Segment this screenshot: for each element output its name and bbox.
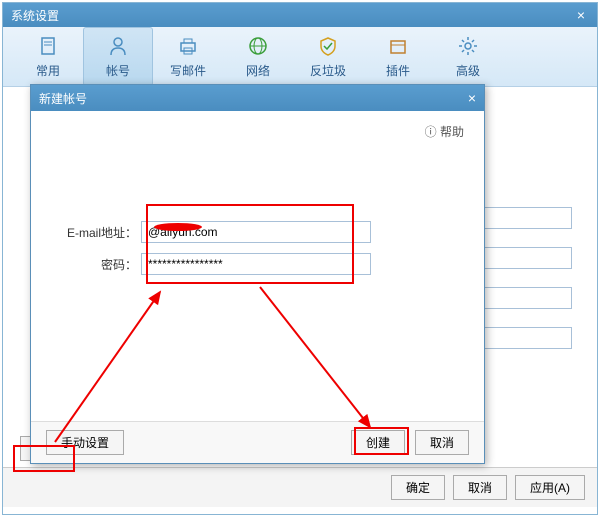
password-field[interactable] bbox=[141, 253, 371, 275]
shield-icon bbox=[316, 34, 340, 58]
globe-icon bbox=[246, 34, 270, 58]
modal-footer: 手动设置 创建 取消 bbox=[31, 421, 484, 463]
toolbar: 常用 帐号 写邮件 网络 反垃圾 插件 高级 bbox=[3, 27, 597, 87]
email-label: E-mail地址： bbox=[51, 224, 141, 241]
modal-cancel-button[interactable]: 取消 bbox=[415, 430, 469, 455]
main-titlebar: 系统设置 × bbox=[3, 3, 597, 27]
cancel-button[interactable]: 取消 bbox=[453, 475, 507, 500]
footer: 确定 取消 应用(A) bbox=[3, 467, 597, 507]
tab-label: 高级 bbox=[456, 62, 480, 79]
user-icon bbox=[106, 34, 130, 58]
modal-title: 新建帐号 bbox=[39, 90, 468, 107]
password-label: 密码： bbox=[51, 256, 141, 273]
tab-network[interactable]: 网络 bbox=[223, 27, 293, 86]
tab-label: 写邮件 bbox=[170, 62, 206, 79]
tab-plugins[interactable]: 插件 bbox=[363, 27, 433, 86]
tab-account[interactable]: 帐号 bbox=[83, 27, 153, 86]
create-button[interactable]: 创建 bbox=[351, 430, 405, 455]
close-icon[interactable]: × bbox=[468, 90, 476, 106]
tab-spam[interactable]: 反垃圾 bbox=[293, 27, 363, 86]
close-icon[interactable]: × bbox=[573, 7, 589, 23]
tab-label: 帐号 bbox=[106, 62, 130, 79]
tab-label: 常用 bbox=[36, 62, 60, 79]
modal-titlebar: 新建帐号 × bbox=[31, 85, 484, 111]
tab-label: 插件 bbox=[386, 62, 410, 79]
page-icon bbox=[36, 34, 60, 58]
annotation-redact bbox=[153, 221, 203, 231]
box-icon bbox=[386, 34, 410, 58]
window-title: 系统设置 bbox=[11, 7, 573, 24]
help-link[interactable]: ⓘ 帮助 bbox=[425, 123, 464, 140]
apply-button[interactable]: 应用(A) bbox=[515, 475, 585, 500]
tab-general[interactable]: 常用 bbox=[13, 27, 83, 86]
tab-label: 网络 bbox=[246, 62, 270, 79]
tab-compose[interactable]: 写邮件 bbox=[153, 27, 223, 86]
background-fields bbox=[482, 207, 572, 367]
gear-icon bbox=[456, 34, 480, 58]
tab-label: 反垃圾 bbox=[310, 62, 346, 79]
ok-button[interactable]: 确定 bbox=[391, 475, 445, 500]
printer-icon bbox=[176, 34, 200, 58]
help-icon: ⓘ bbox=[425, 125, 440, 139]
manual-setup-button[interactable]: 手动设置 bbox=[46, 430, 124, 455]
new-account-dialog: 新建帐号 × ⓘ 帮助 E-mail地址： 密码： 手动设置 创建 取消 bbox=[30, 84, 485, 464]
tab-advanced[interactable]: 高级 bbox=[433, 27, 503, 86]
